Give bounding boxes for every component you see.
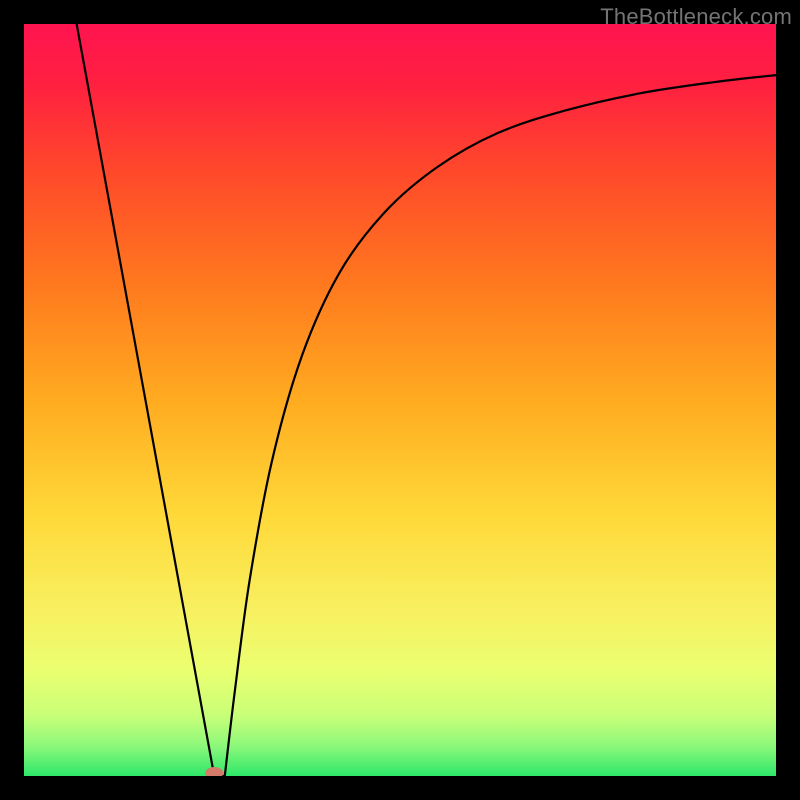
gradient-background: [24, 24, 776, 776]
chart-canvas: TheBottleneck.com: [0, 0, 800, 800]
chart-svg: [24, 24, 776, 776]
watermark-text: TheBottleneck.com: [600, 4, 792, 30]
plot-area: [24, 24, 776, 776]
